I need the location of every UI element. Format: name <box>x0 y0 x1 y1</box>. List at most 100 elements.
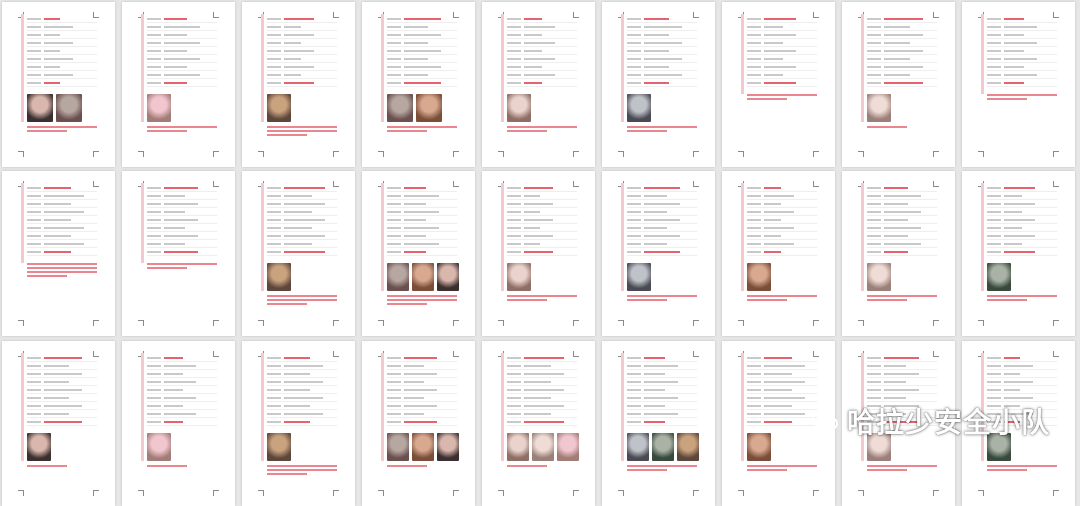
field-value-line <box>164 26 200 28</box>
field-label-line <box>27 413 41 415</box>
field-divider <box>987 239 1057 240</box>
field-label-line <box>147 227 161 229</box>
field-label-line <box>27 243 41 245</box>
field-label-line <box>507 381 521 383</box>
field-value-line <box>884 211 921 213</box>
field-divider <box>147 393 217 394</box>
field-divider <box>267 191 337 192</box>
field-divider <box>267 70 337 71</box>
page-corner-mark <box>93 12 99 18</box>
field-label-line <box>867 235 881 237</box>
note-text-line <box>267 126 337 128</box>
field-label-line <box>507 203 521 205</box>
field-label-line <box>267 373 281 375</box>
field-label-line <box>387 26 401 28</box>
field-divider <box>387 199 457 200</box>
field-label-line <box>627 74 641 76</box>
field-value-line <box>404 219 426 221</box>
field-value-line <box>764 227 794 229</box>
field-value-line <box>644 251 680 253</box>
field-label-line <box>867 42 881 44</box>
field-label-line <box>627 381 641 383</box>
field-divider <box>267 22 337 23</box>
field-label-line <box>507 74 521 76</box>
field-label-line <box>387 42 401 44</box>
page-corner-mark <box>213 181 219 187</box>
field-value-line <box>644 187 680 189</box>
field-value-line <box>404 195 439 197</box>
field-divider <box>627 199 697 200</box>
field-label-line <box>987 18 1001 20</box>
field-label-line <box>747 26 761 28</box>
field-value-line <box>884 203 908 205</box>
field-divider <box>987 223 1057 224</box>
field-value-line <box>524 219 553 221</box>
field-value-line <box>284 413 323 415</box>
field-value-line <box>1004 195 1022 197</box>
document-page <box>362 341 475 506</box>
page-sidebar-accent <box>381 353 384 461</box>
note-text-line <box>267 465 337 467</box>
field-label-line <box>747 251 761 253</box>
field-label-line <box>987 227 1001 229</box>
field-value-line <box>164 203 198 205</box>
field-divider <box>987 385 1057 386</box>
field-divider <box>387 22 457 23</box>
page-sidebar-accent <box>21 183 24 263</box>
document-page <box>842 2 955 167</box>
field-label-line <box>27 18 41 20</box>
page-corner-mark <box>573 351 579 357</box>
field-label-line <box>507 26 521 28</box>
page-sidebar-accent <box>21 14 24 122</box>
field-divider <box>27 239 97 240</box>
field-divider <box>507 231 577 232</box>
note-text-line <box>627 130 667 132</box>
field-divider <box>507 393 577 394</box>
field-value-line <box>44 357 82 359</box>
page-corner-mark <box>573 181 579 187</box>
field-value-line <box>644 219 680 221</box>
field-divider <box>627 78 697 79</box>
field-divider <box>627 247 697 248</box>
field-divider <box>387 231 457 232</box>
field-divider <box>627 385 697 386</box>
field-value-line <box>284 203 325 205</box>
field-divider <box>27 425 97 426</box>
field-divider <box>747 54 817 55</box>
field-label-line <box>267 381 281 383</box>
field-label-line <box>147 389 161 391</box>
page-corner-mark <box>213 151 219 157</box>
watermark-text: 哈拉少安全小队 <box>847 401 1050 441</box>
page-corner-mark <box>693 320 699 326</box>
field-divider <box>987 22 1057 23</box>
field-divider <box>507 385 577 386</box>
document-page <box>962 2 1075 167</box>
note-text-line <box>507 126 577 128</box>
field-label-line <box>147 413 161 415</box>
page-corner-mark <box>258 320 264 326</box>
field-label-line <box>747 421 761 423</box>
field-divider <box>267 393 337 394</box>
page-corner-mark <box>498 490 504 496</box>
field-value-line <box>884 34 923 36</box>
field-value-line <box>164 195 185 197</box>
field-divider <box>747 239 817 240</box>
page-sidebar-accent <box>981 14 984 94</box>
page-sidebar-accent <box>261 14 264 122</box>
field-divider <box>267 215 337 216</box>
field-value-line <box>1004 26 1037 28</box>
page-corner-mark <box>498 151 504 157</box>
field-divider <box>627 54 697 55</box>
field-divider <box>627 86 697 87</box>
field-value-line <box>404 365 424 367</box>
field-value-line <box>1004 42 1037 44</box>
field-divider <box>147 361 217 362</box>
field-divider <box>387 377 457 378</box>
field-divider <box>27 393 97 394</box>
field-label-line <box>27 203 41 205</box>
field-value-line <box>1004 381 1033 383</box>
field-value-line <box>764 50 796 52</box>
field-label-line <box>987 82 1001 84</box>
field-label-line <box>867 50 881 52</box>
field-value-line <box>284 389 310 391</box>
